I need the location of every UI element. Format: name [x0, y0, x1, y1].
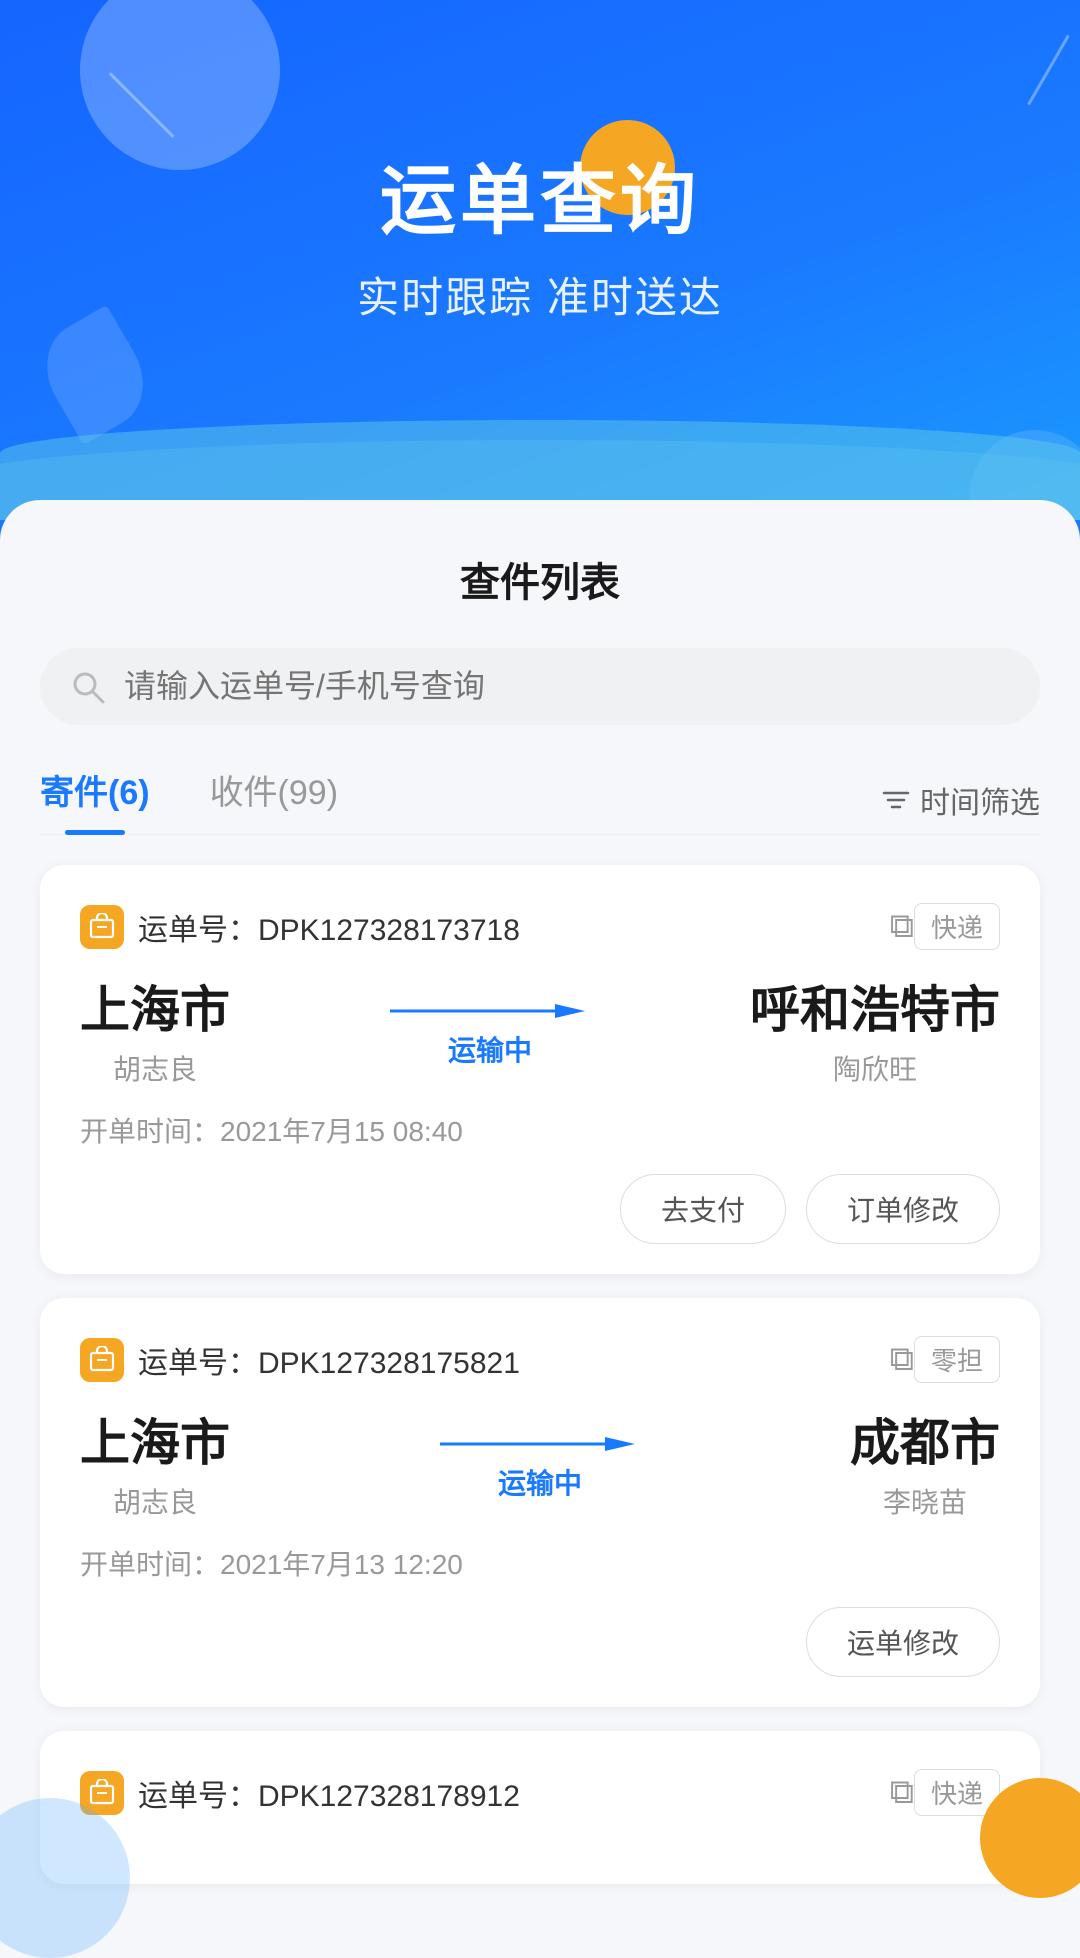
order-type-1: 零担: [914, 1336, 1000, 1383]
card-header-2: 运单号：DPK127328178912 ⧉ 快递: [80, 1769, 1000, 1816]
open-time-1: 开单时间：2021年7月13 12:20: [80, 1543, 1000, 1583]
filter-button[interactable]: 时间筛选: [880, 778, 1040, 822]
card-title: 查件列表: [40, 550, 1040, 608]
from-city-block-0: 上海市 胡志良: [80, 980, 230, 1088]
filter-label: 时间筛选: [920, 778, 1040, 822]
from-city-1: 上海市: [80, 1413, 230, 1473]
order-type-0: 快递: [914, 903, 1000, 950]
deco-line-topright: [1027, 35, 1070, 106]
tab-receive[interactable]: 收件(99): [210, 765, 338, 834]
pay-button-0[interactable]: 去支付: [620, 1174, 786, 1244]
copy-icon-2[interactable]: ⧉: [890, 1773, 914, 1812]
header-background: 运单查询 实时跟踪 准时送达: [0, 0, 1080, 520]
order-number-2: 运单号：DPK127328178912: [138, 1771, 880, 1815]
to-city-block-0: 呼和浩特市 陶欣旺: [750, 980, 1000, 1088]
tab-send[interactable]: 寄件(6): [40, 765, 150, 834]
app-subtitle: 实时跟踪 准时送达: [0, 264, 1080, 325]
order-number-1: 运单号：DPK127328175821: [138, 1338, 880, 1382]
search-bar[interactable]: [40, 648, 1040, 725]
search-input[interactable]: [124, 668, 1010, 705]
deco-circle-topleft: [80, 0, 280, 170]
shipment-card-1: 运单号：DPK127328175821 ⧉ 零担 上海市 胡志良 运输中 成都市…: [40, 1298, 1040, 1707]
status-0: 运输中: [448, 1029, 532, 1069]
to-person-1: 李晓苗: [850, 1481, 1000, 1521]
header-title-block: 运单查询 实时跟踪 准时送达: [0, 160, 1080, 325]
card-actions-0: 去支付 订单修改: [80, 1174, 1000, 1244]
route-arrow-0: 运输中: [230, 999, 750, 1069]
tabs-bar: 寄件(6) 收件(99) 时间筛选: [40, 765, 1040, 835]
arrow-svg-0: [250, 999, 730, 1029]
status-1: 运输中: [498, 1462, 582, 1502]
from-city-block-1: 上海市 胡志良: [80, 1413, 230, 1521]
app-title: 运单查询: [0, 160, 1080, 244]
from-person-1: 胡志良: [80, 1481, 230, 1521]
card-header-1: 运单号：DPK127328175821 ⧉ 零担: [80, 1336, 1000, 1383]
to-city-block-1: 成都市 李晓苗: [850, 1413, 1000, 1521]
route-section-0: 上海市 胡志良 运输中 呼和浩特市 陶欣旺: [80, 980, 1000, 1088]
shipment-card-2: 运单号：DPK127328178912 ⧉ 快递: [40, 1731, 1040, 1884]
order-number-0: 运单号：DPK127328173718: [138, 905, 880, 949]
route-section-1: 上海市 胡志良 运输中 成都市 李晓苗: [80, 1413, 1000, 1521]
card-header-0: 运单号：DPK127328173718 ⧉ 快递: [80, 903, 1000, 950]
main-card: 查件列表 寄件(6) 收件(99) 时间筛选: [0, 500, 1080, 1958]
filter-icon: [880, 784, 912, 816]
arrow-svg-1: [250, 1432, 830, 1462]
from-person-0: 胡志良: [80, 1048, 230, 1088]
modify-button-0[interactable]: 订单修改: [806, 1174, 1000, 1244]
to-person-0: 陶欣旺: [750, 1048, 1000, 1088]
copy-icon-0[interactable]: ⧉: [890, 907, 914, 946]
order-icon-0: [80, 905, 124, 949]
modify-button-1[interactable]: 运单修改: [806, 1607, 1000, 1677]
deco-leaf: [29, 305, 162, 445]
open-time-0: 开单时间：2021年7月15 08:40: [80, 1110, 1000, 1150]
search-icon: [70, 669, 106, 705]
shipment-card-0: 运单号：DPK127328173718 ⧉ 快递 上海市 胡志良 运输中 呼和浩…: [40, 865, 1040, 1274]
to-city-1: 成都市: [850, 1413, 1000, 1473]
order-icon-1: [80, 1338, 124, 1382]
card-actions-1: 运单修改: [80, 1607, 1000, 1677]
copy-icon-1[interactable]: ⧉: [890, 1340, 914, 1379]
from-city-0: 上海市: [80, 980, 230, 1040]
to-city-0: 呼和浩特市: [750, 980, 1000, 1040]
route-arrow-1: 运输中: [230, 1432, 850, 1502]
